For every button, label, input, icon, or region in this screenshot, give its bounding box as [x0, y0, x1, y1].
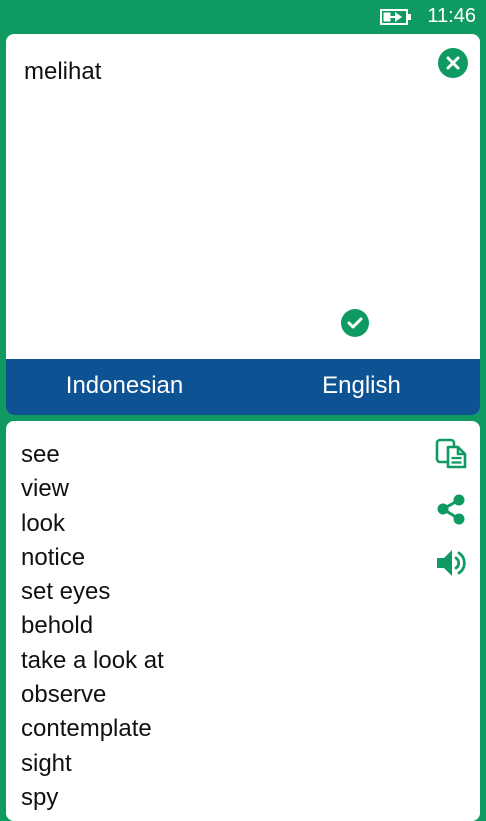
translation-item[interactable]: look	[21, 507, 164, 541]
translation-item[interactable]: set eyes	[21, 575, 164, 609]
source-text-input[interactable]: melihat	[24, 58, 101, 86]
speaker-icon[interactable]	[434, 546, 468, 580]
input-card: melihat Indonesian English	[6, 34, 480, 415]
result-card: see view look notice set eyes behold tak…	[6, 421, 480, 821]
translation-item[interactable]: behold	[21, 609, 164, 643]
status-bar: 11:46	[0, 0, 486, 34]
translation-item[interactable]: spy	[21, 781, 164, 815]
source-language-button[interactable]: Indonesian	[6, 372, 243, 400]
translation-item[interactable]: sight	[21, 747, 164, 781]
translation-list: see view look notice set eyes behold tak…	[21, 438, 164, 815]
translation-item[interactable]: view	[21, 472, 164, 506]
translation-item[interactable]: see	[21, 438, 164, 472]
status-time: 11:46	[427, 5, 476, 27]
clear-icon[interactable]	[438, 48, 468, 78]
translation-item[interactable]: take a look at	[21, 644, 164, 678]
translation-item[interactable]: observe	[21, 678, 164, 712]
translation-item[interactable]: notice	[21, 541, 164, 575]
check-icon	[341, 309, 369, 337]
battery-charging-icon	[380, 9, 411, 25]
target-language-button[interactable]: English	[243, 372, 480, 400]
copy-icon[interactable]	[434, 437, 468, 471]
language-bar: Indonesian English	[6, 359, 480, 415]
share-icon[interactable]	[434, 492, 468, 526]
translation-item[interactable]: contemplate	[21, 712, 164, 746]
